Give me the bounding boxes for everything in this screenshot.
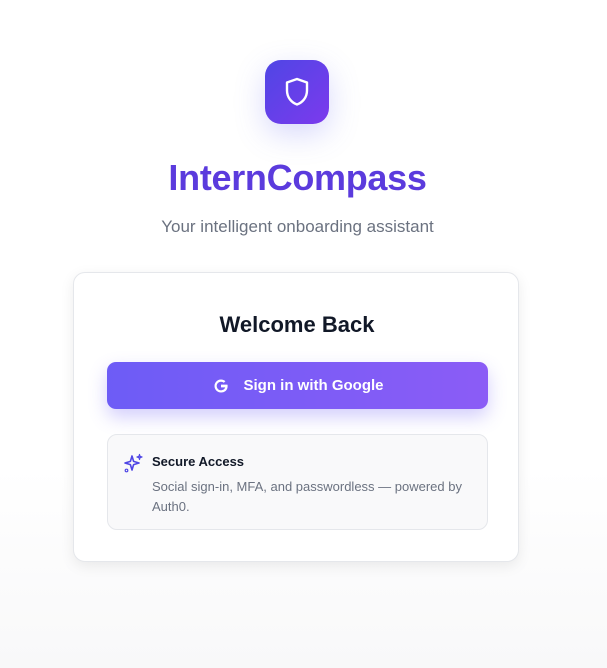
- secure-access-info: Secure Access Social sign-in, MFA, and p…: [107, 434, 488, 530]
- login-card: Welcome Back Sign in with Google Secure …: [73, 272, 519, 562]
- app-title: InternCompass: [168, 157, 427, 198]
- google-sign-in-button[interactable]: Sign in with Google: [107, 362, 488, 409]
- secure-access-title: Secure Access: [152, 454, 245, 469]
- google-sign-in-label: Sign in with Google: [243, 376, 384, 394]
- secure-access-description: Social sign-in, MFA, and passwordless — …: [152, 479, 462, 514]
- card-heading: Welcome Back: [219, 312, 375, 337]
- app-logo: [265, 60, 329, 124]
- google-g-icon: [212, 377, 230, 395]
- shield-icon: [284, 77, 310, 107]
- app-subtitle: Your intelligent onboarding assistant: [161, 217, 434, 236]
- sparkles-icon: [123, 453, 144, 474]
